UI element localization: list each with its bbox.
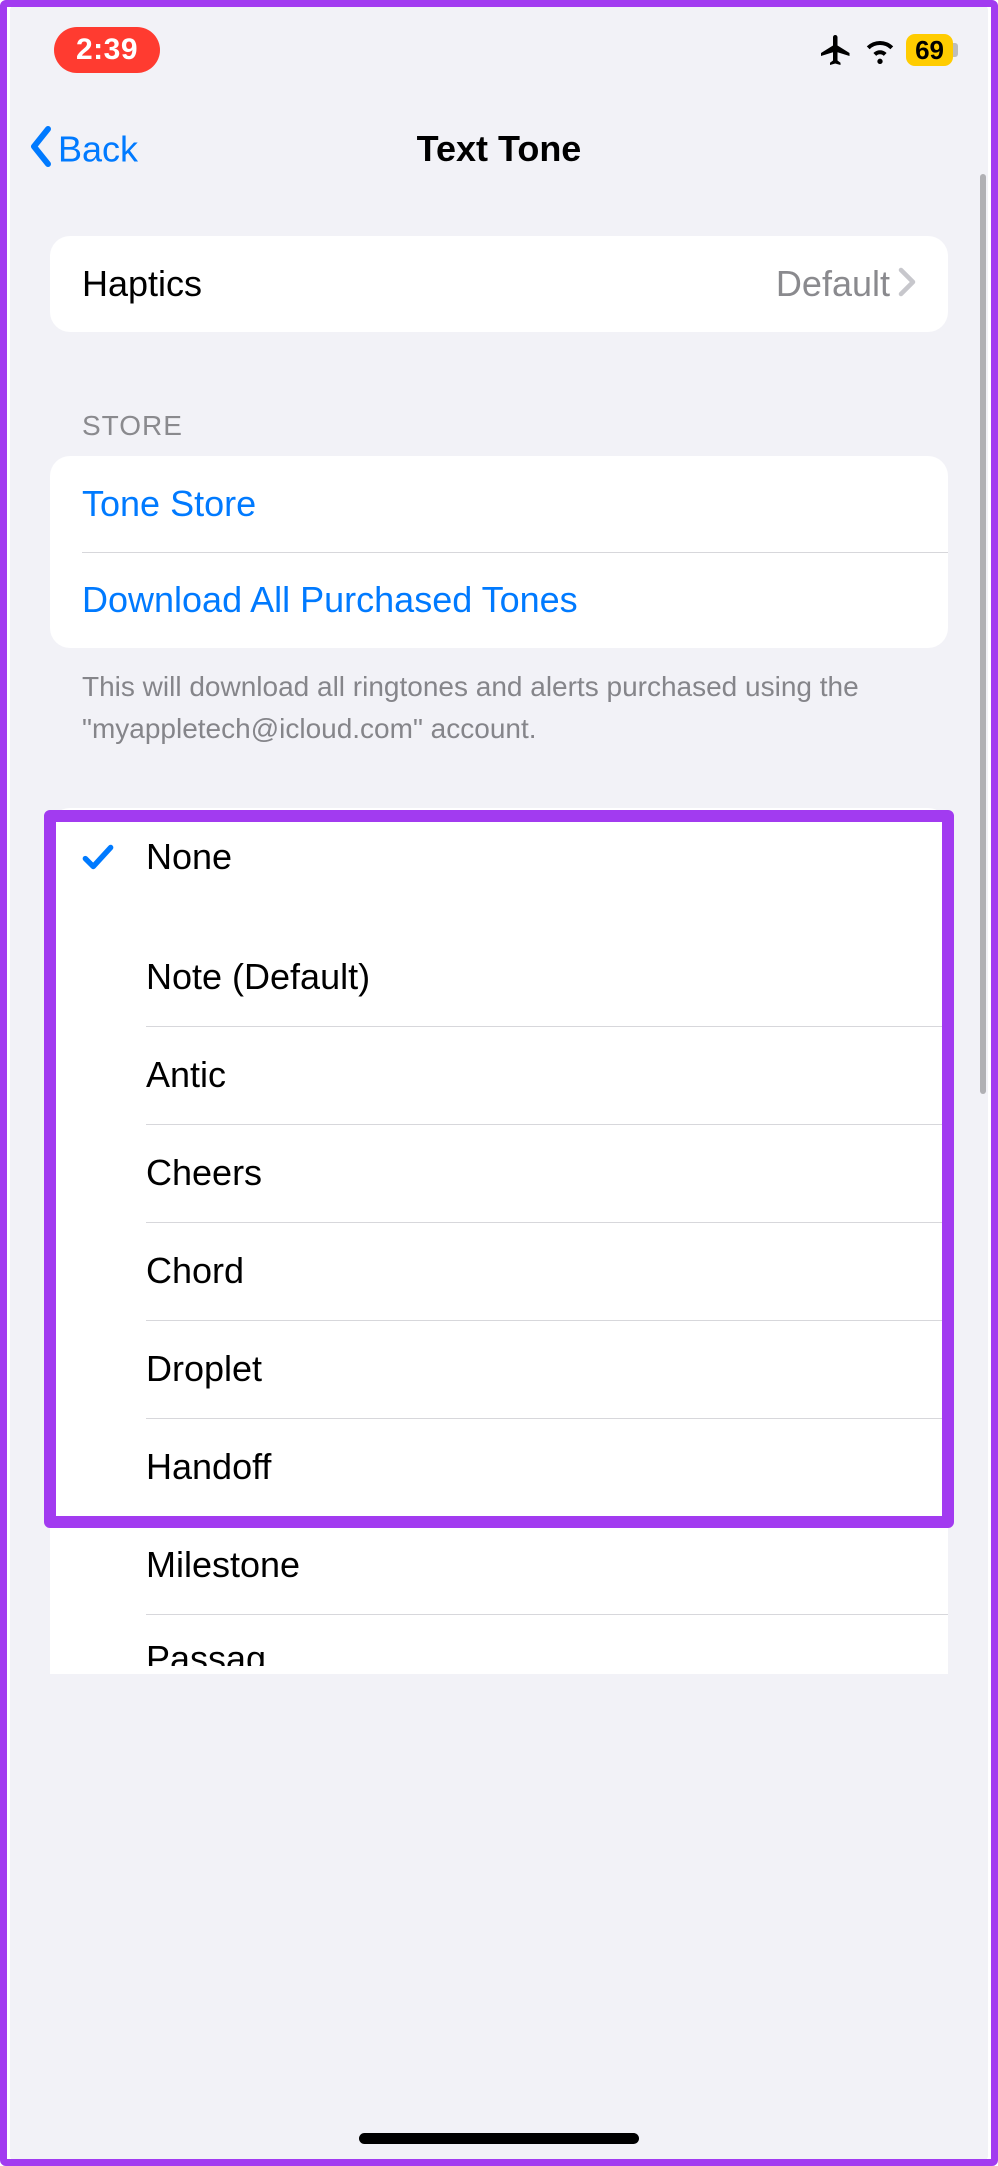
screen: 2:39 69 Back Text Tone <box>10 6 988 2160</box>
back-button[interactable]: Back <box>28 126 138 173</box>
download-all-row[interactable]: Download All Purchased Tones <box>50 552 948 648</box>
status-right: 69 <box>818 32 958 68</box>
tone-row[interactable]: Milestone <box>50 1516 948 1614</box>
battery-cap <box>953 43 958 57</box>
tone-label: Droplet <box>146 1348 928 1390</box>
tone-row[interactable]: Note (Default) <box>50 928 948 1026</box>
tone-label: Antic <box>146 1054 928 1096</box>
tone-label: Milestone <box>146 1544 928 1586</box>
checkmark-icon <box>79 838 117 876</box>
home-indicator[interactable] <box>359 2133 639 2144</box>
haptics-card: Haptics Default <box>50 236 948 332</box>
tone-list: None Note (Default) Antic Cheers Chord Drople… <box>50 808 948 1674</box>
airplane-mode-icon <box>818 32 854 68</box>
tone-label: Chord <box>146 1250 928 1292</box>
haptics-row[interactable]: Haptics Default <box>50 236 948 332</box>
store-footer: This will download all ringtones and ale… <box>50 648 948 750</box>
tone-row[interactable]: Antic <box>50 1026 948 1124</box>
back-label: Back <box>58 128 138 170</box>
tone-row[interactable]: Chord <box>50 1222 948 1320</box>
scroll-indicator[interactable] <box>980 174 986 1094</box>
page-title: Text Tone <box>417 128 582 170</box>
status-time-pill: 2:39 <box>54 27 160 73</box>
content: Haptics Default STORE Tone Store Downloa… <box>10 204 988 1674</box>
haptics-value: Default <box>776 263 890 305</box>
nav-bar: Back Text Tone <box>10 94 988 204</box>
tone-row[interactable]: Cheers <box>50 1124 948 1222</box>
tone-store-row[interactable]: Tone Store <box>50 456 948 552</box>
wifi-icon <box>864 34 896 66</box>
tone-label: Passag <box>146 1638 928 1666</box>
battery-percent: 69 <box>906 34 953 66</box>
store-card: Tone Store Download All Purchased Tones <box>50 456 948 648</box>
tone-store-label: Tone Store <box>82 483 916 525</box>
tone-row[interactable]: Droplet <box>50 1320 948 1418</box>
tone-label: Note (Default) <box>146 956 928 998</box>
tone-label: Cheers <box>146 1152 928 1194</box>
store-header: STORE <box>50 410 948 456</box>
haptics-label: Haptics <box>82 263 776 305</box>
status-bar: 2:39 69 <box>10 6 988 94</box>
tone-row[interactable]: None <box>50 808 948 906</box>
tone-row[interactable]: Handoff <box>50 1418 948 1516</box>
chevron-left-icon <box>28 126 54 173</box>
tone-label: Handoff <box>146 1446 928 1488</box>
battery-indicator: 69 <box>906 34 958 66</box>
checkmark-slot <box>50 838 146 876</box>
chevron-right-icon <box>898 267 916 302</box>
download-all-label: Download All Purchased Tones <box>82 579 916 621</box>
tone-row[interactable]: Passag <box>50 1614 948 1674</box>
tone-label: None <box>146 836 928 878</box>
